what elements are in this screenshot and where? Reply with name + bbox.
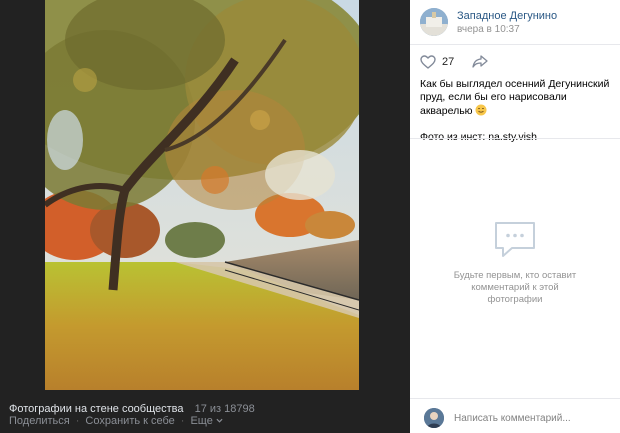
comment-bubble-icon: [495, 222, 535, 257]
comments-empty-state: Будьте первым, кто оставит комментарий к…: [410, 220, 620, 306]
smiling-face-emoji: [475, 104, 487, 116]
photo-image[interactable]: [45, 0, 359, 390]
share-button[interactable]: [472, 55, 488, 72]
save-link[interactable]: Сохранить к себе: [85, 415, 174, 427]
autumn-pond-watercolor-image: [45, 0, 359, 390]
like-button[interactable]: 27: [420, 55, 454, 69]
group-avatar-image: [420, 8, 448, 36]
user-avatar-image: [424, 408, 444, 428]
photo-sidebar: Западное Дегунино вчера в 10:37 27 Как б…: [410, 0, 620, 433]
more-link[interactable]: Еще: [190, 415, 223, 427]
separator: ·: [75, 415, 80, 427]
share-link[interactable]: Поделиться: [9, 415, 70, 427]
chevron-down-icon: [216, 418, 223, 423]
share-arrow-icon: [472, 55, 488, 68]
post-time[interactable]: вчера в 10:37: [457, 24, 520, 35]
photo-actions: Поделиться · Сохранить к себе · Еще: [9, 415, 223, 427]
divider: [410, 138, 620, 139]
heart-icon: [420, 55, 436, 69]
comment-composer: [410, 398, 620, 433]
photo-counter: 17 из 18798: [194, 403, 255, 415]
photo-viewer: Фотографии на стене сообщества 17 из 187…: [0, 0, 410, 433]
group-name-link[interactable]: Западное Дегунино: [457, 10, 557, 22]
post-text-line: Как бы выглядел осенний Дегунинский пруд…: [420, 78, 616, 118]
likes-count: 27: [442, 56, 455, 68]
comment-input[interactable]: [454, 409, 609, 427]
post-text: Как бы выглядел осенний Дегунинский пруд…: [420, 78, 616, 157]
post-text-content: Как бы выглядел осенний Дегунинский пруд…: [420, 78, 610, 117]
group-avatar[interactable]: [420, 8, 448, 36]
post-header: Западное Дегунино вчера в 10:37: [410, 0, 620, 45]
album-link[interactable]: Фотографии на стене сообщества: [9, 403, 184, 415]
separator: ·: [180, 415, 185, 427]
more-label: Еще: [190, 415, 213, 427]
comments-empty-text: Будьте первым, кто оставит комментарий к…: [453, 270, 577, 305]
user-avatar[interactable]: [424, 408, 444, 428]
